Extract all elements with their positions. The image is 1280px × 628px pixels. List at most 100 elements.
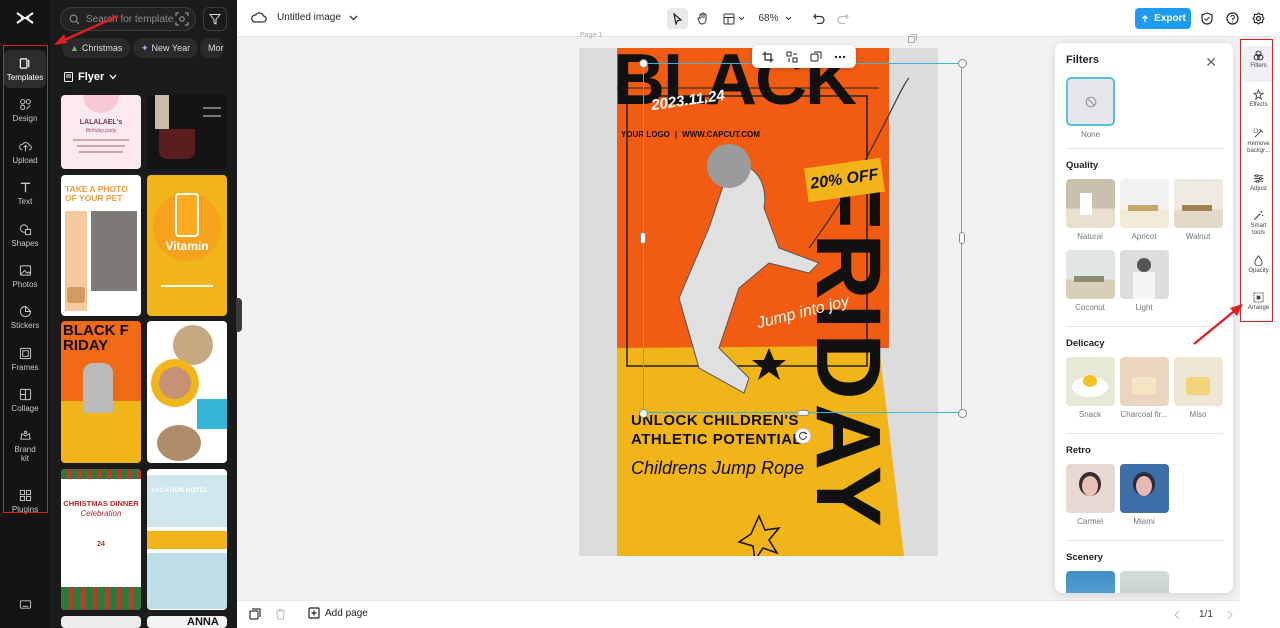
filter-label: Snack — [1078, 410, 1102, 419]
chip-new-year[interactable]: ✦ New Year — [133, 38, 199, 58]
template-thumb-pet-photo[interactable]: TAKE A PHOTO OF YOUR PET — [61, 175, 141, 316]
poster-slogan-line2: ATHLETIC POTENTIAL! — [631, 431, 808, 448]
annotation-arrow-right — [1193, 304, 1243, 345]
collapse-panel-handle[interactable] — [236, 298, 242, 332]
thumb-text: CHRISTMAS DINNER — [63, 499, 139, 508]
section-title-scenery: Scenery — [1066, 552, 1103, 563]
duplicate-icon[interactable] — [810, 51, 822, 63]
crop-icon[interactable] — [762, 51, 774, 63]
filter-none[interactable] — [1066, 77, 1115, 126]
add-page-icon — [308, 607, 320, 619]
resize-handle-bottom-left[interactable] — [639, 409, 648, 418]
section-divider — [1066, 433, 1223, 434]
chevron-down-icon — [785, 16, 791, 21]
image-search-icon[interactable] — [175, 12, 189, 26]
filter-apricot[interactable] — [1120, 179, 1169, 228]
bottom-toolbar: Add page 1/1 — [237, 600, 1280, 628]
next-page-button[interactable] — [1227, 609, 1233, 623]
resize-handle-top-left[interactable] — [639, 59, 648, 68]
template-thumb-pet-care[interactable] — [147, 321, 227, 463]
filter-scenery-2[interactable] — [1120, 571, 1169, 593]
prev-page-button[interactable] — [1174, 609, 1180, 623]
resize-handle-bottom-right[interactable] — [958, 409, 967, 418]
smart-cutout-icon[interactable] — [786, 51, 798, 63]
template-panel: Search for templates ▲ Christmas ✦ New Yea… — [50, 0, 237, 628]
hand-icon — [696, 12, 706, 25]
section-divider — [1066, 148, 1223, 149]
thumb-text: BLACK FRIDAY — [63, 322, 129, 354]
filter-label: Miso — [1189, 410, 1207, 419]
selection-box[interactable] — [643, 63, 962, 413]
keyboard-icon — [19, 600, 31, 609]
filter-label: Coconut — [1075, 303, 1105, 312]
template-thumb-christmas-dinner[interactable]: CHRISTMAS DINNER Celebration 24 — [61, 469, 141, 610]
floating-element-toolbar — [752, 45, 856, 68]
add-page-button[interactable]: Add page — [308, 607, 368, 619]
select-tool-button[interactable] — [667, 8, 688, 29]
redo-icon — [837, 13, 849, 24]
undo-button[interactable] — [809, 8, 829, 29]
zoom-dropdown[interactable]: 68% — [753, 8, 797, 29]
filter-label: Light — [1135, 303, 1153, 312]
thumb-text: ANNA — [187, 616, 219, 628]
filter-label: Apricot — [1131, 232, 1157, 241]
export-button[interactable]: Export — [1135, 8, 1191, 29]
cloud-sync-icon[interactable] — [251, 11, 267, 28]
template-filter-button[interactable] — [203, 7, 227, 31]
template-thumb-vacation-hotel[interactable]: VACATION HOTEL — [147, 469, 227, 610]
annotation-arrow-left — [54, 14, 119, 45]
resize-handle-bottom[interactable] — [797, 410, 809, 416]
chip-label: Mor — [208, 43, 224, 53]
top-toolbar: Untitled image 68% Export — [237, 0, 1280, 37]
rotate-handle[interactable] — [795, 428, 811, 444]
redo-button[interactable] — [833, 8, 853, 29]
template-thumb-anna[interactable]: ANNA — [147, 616, 227, 628]
close-icon[interactable]: ✕ — [1205, 54, 1217, 71]
filter-natural[interactable] — [1066, 179, 1115, 228]
filters-panel-title: Filters — [1066, 54, 1100, 66]
delete-page-button[interactable] — [275, 608, 286, 623]
thumb-text: 24 — [97, 541, 105, 548]
filter-label: None — [1080, 130, 1101, 139]
resize-handle-top-right[interactable] — [958, 59, 967, 68]
resize-handle-right[interactable] — [959, 232, 965, 244]
filter-carmel[interactable] — [1066, 464, 1115, 513]
settings-button[interactable] — [1250, 8, 1266, 29]
category-dropdown[interactable]: Flyer — [64, 71, 117, 83]
keyboard-shortcuts-button[interactable] — [4, 594, 46, 618]
page-options-icon[interactable] — [908, 32, 917, 46]
filter-label: Walnut — [1185, 232, 1211, 241]
filter-miso[interactable] — [1174, 357, 1223, 406]
category-label: Flyer — [78, 71, 105, 83]
template-thumb-black-friday[interactable]: BLACK FRIDAY — [61, 321, 141, 463]
poster-slogan-line1: UNLOCK CHILDREN'S — [631, 412, 799, 429]
resize-handle-left[interactable] — [640, 232, 646, 244]
section-title-quality: Quality — [1066, 160, 1099, 171]
capcut-logo-icon[interactable] — [15, 10, 35, 28]
thumb-text: Celebration — [80, 509, 122, 518]
filter-miami[interactable] — [1120, 464, 1169, 513]
template-thumb-wine[interactable] — [147, 95, 227, 169]
layout-dropdown[interactable] — [719, 8, 749, 29]
help-button[interactable] — [1224, 8, 1240, 29]
more-options-icon[interactable] — [834, 55, 846, 59]
thumb-text: Birthday party — [85, 128, 117, 134]
document-title[interactable]: Untitled image — [277, 12, 358, 23]
template-thumb-partial[interactable] — [61, 616, 141, 628]
page-label: Page 1 — [580, 32, 603, 39]
filter-charcoal-fir[interactable] — [1120, 357, 1169, 406]
shield-button[interactable] — [1199, 8, 1215, 29]
filter-coconut[interactable] — [1066, 250, 1115, 299]
filter-scenery-1[interactable] — [1066, 571, 1115, 593]
filter-walnut[interactable] — [1174, 179, 1223, 228]
layout-icon — [723, 13, 735, 24]
poster-product: Childrens Jump Rope — [631, 458, 805, 478]
filter-light[interactable] — [1120, 250, 1169, 299]
filter-snack[interactable] — [1066, 357, 1115, 406]
upload-cloud-icon — [1142, 14, 1149, 22]
template-thumb-vitamin[interactable]: Vitamin — [147, 175, 227, 316]
template-thumb-birthday[interactable]: LALALAEL's Birthday party — [61, 95, 141, 169]
chip-more[interactable]: Mor — [200, 38, 224, 58]
hand-tool-button[interactable] — [692, 8, 713, 29]
layers-button[interactable] — [249, 608, 261, 623]
